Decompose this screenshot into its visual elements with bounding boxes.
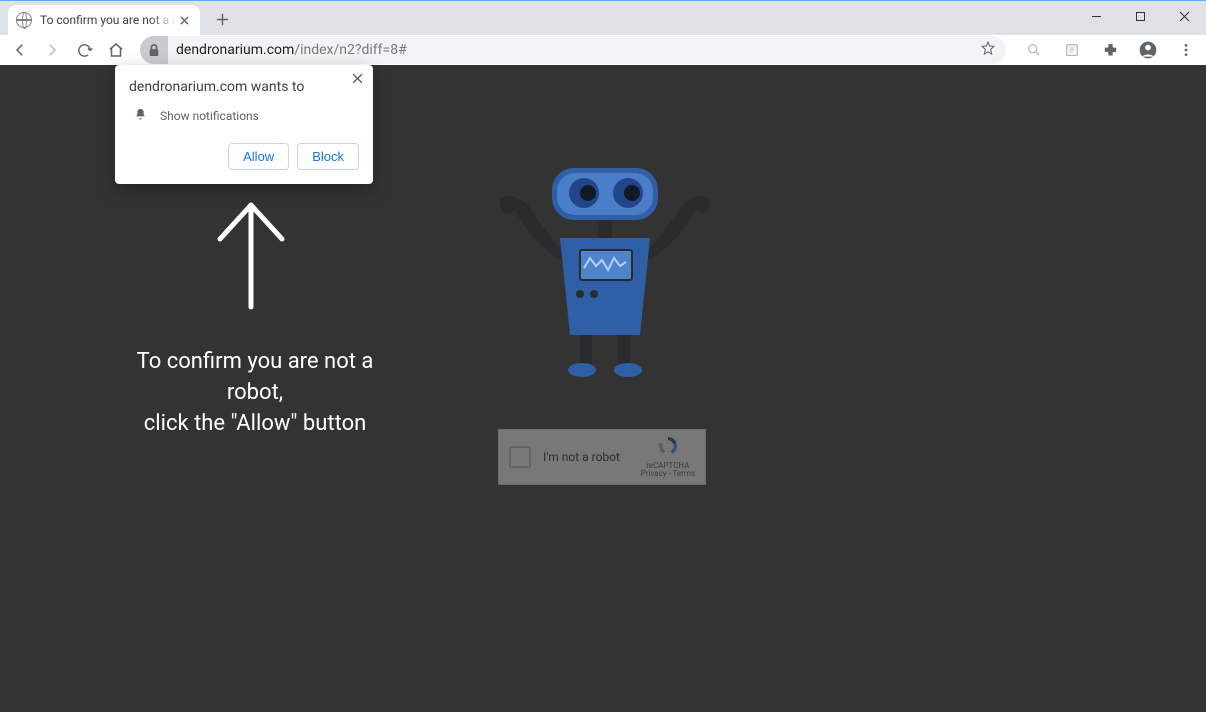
new-tab-button[interactable]: [208, 5, 236, 33]
allow-button[interactable]: Allow: [228, 143, 289, 170]
url-path: /index/n2?diff=8#: [294, 42, 406, 58]
profile-icon[interactable]: [1134, 36, 1162, 64]
browser-tab-active[interactable]: To confirm you are not a robot, click th…: [8, 5, 200, 35]
toolbar-right-icons: [1020, 36, 1200, 64]
robot-image: [480, 160, 730, 389]
block-button[interactable]: Block: [297, 143, 359, 170]
recaptcha-legal: Privacy - Terms: [641, 470, 695, 479]
minimize-button[interactable]: [1074, 1, 1118, 31]
maximize-button[interactable]: [1118, 1, 1162, 31]
close-dialog-icon[interactable]: [352, 73, 363, 88]
tab-title: To confirm you are not a robot, click th…: [40, 13, 176, 27]
reload-button[interactable]: [70, 36, 98, 64]
extensions-icon[interactable]: [1096, 36, 1124, 64]
zoom-icon[interactable]: [1020, 36, 1048, 64]
bookmark-star-icon[interactable]: [980, 40, 996, 60]
forward-button[interactable]: [38, 36, 66, 64]
prompt-line1: To confirm you are not a robot,: [137, 349, 374, 405]
recaptcha-label: I'm not a robot: [543, 450, 620, 464]
globe-icon: [16, 12, 32, 28]
close-tab-icon[interactable]: [176, 12, 192, 28]
menu-icon[interactable]: [1172, 36, 1200, 64]
back-button[interactable]: [6, 36, 34, 64]
bell-icon: [133, 107, 148, 125]
recaptcha-logo-icon: [655, 435, 681, 457]
browser-tab-strip: To confirm you are not a robot, click th…: [0, 0, 1206, 35]
home-button[interactable]: [102, 36, 130, 64]
reader-icon[interactable]: [1058, 36, 1086, 64]
window-controls: [1074, 1, 1206, 31]
recaptcha-widget[interactable]: I'm not a robot reCAPTCHA Privacy - Term…: [498, 429, 706, 485]
notification-permission-dialog: dendronarium.com wants to Show notificat…: [115, 65, 373, 184]
recaptcha-checkbox[interactable]: [509, 446, 531, 468]
permission-host-line: dendronarium.com wants to: [129, 79, 359, 95]
arrow-up-icon: [214, 199, 288, 315]
recaptcha-brand: reCAPTCHA Privacy - Terms: [641, 435, 695, 479]
close-window-button[interactable]: [1162, 1, 1206, 31]
browser-toolbar: dendronarium.com/index/n2?diff=8#: [0, 35, 1206, 65]
permission-request-text: Show notifications: [160, 109, 259, 123]
permission-row: Show notifications: [133, 107, 359, 125]
prompt-line2: click the "Allow" button: [144, 411, 367, 436]
site-info-button[interactable]: [140, 36, 168, 64]
page-prompt: To confirm you are not a robot, click th…: [120, 347, 390, 439]
url-host: dendronarium.com: [176, 42, 294, 58]
address-bar[interactable]: dendronarium.com/index/n2?diff=8#: [140, 36, 1006, 64]
